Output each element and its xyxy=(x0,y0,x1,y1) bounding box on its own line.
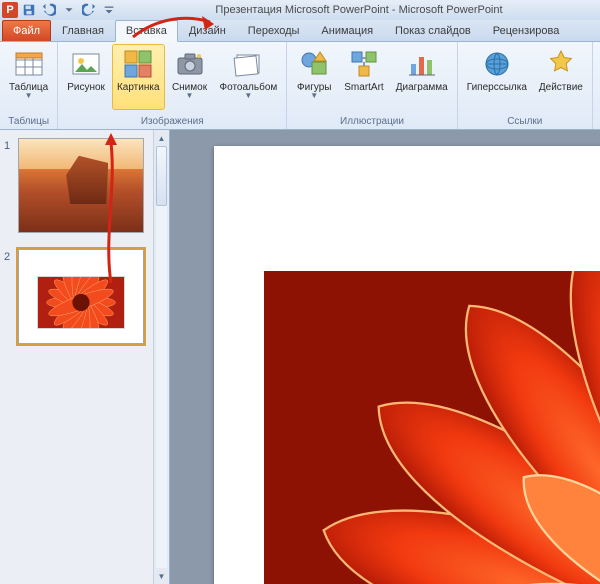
screenshot-icon xyxy=(174,48,206,80)
ribbon-group-links: Гиперссылка Действие Ссылки xyxy=(458,42,593,129)
group-label-links: Ссылки xyxy=(462,114,588,129)
clipart-icon xyxy=(122,48,154,80)
qat-customize-dropdown[interactable] xyxy=(100,1,118,19)
slide-image-flower[interactable] xyxy=(264,271,600,584)
shapes-button[interactable]: Фигуры ▼ xyxy=(291,44,337,110)
tab-home[interactable]: Главная xyxy=(51,19,115,41)
picture-icon xyxy=(70,48,102,80)
scrollbar-thumb[interactable] xyxy=(156,146,167,206)
action-button[interactable]: Действие xyxy=(534,44,588,110)
picture-button-label: Рисунок xyxy=(67,82,105,93)
photoalbum-button[interactable]: Фотоальбом ▼ xyxy=(215,44,283,110)
thumbnail-index: 2 xyxy=(4,249,18,344)
ribbon-group-tables: Таблица ▼ Таблицы xyxy=(0,42,58,129)
chart-button[interactable]: Диаграмма xyxy=(391,44,453,110)
thumbnail-item: 1 xyxy=(0,130,169,241)
action-icon xyxy=(545,48,577,80)
save-button[interactable] xyxy=(20,1,38,19)
hyperlink-button[interactable]: Гиперссылка xyxy=(462,44,532,110)
action-button-label: Действие xyxy=(539,82,583,93)
ribbon-group-illustrations: Фигуры ▼ SmartArt Диаграмма Иллюстрации xyxy=(287,42,457,129)
dropdown-caret-icon: ▼ xyxy=(186,93,194,99)
hyperlink-button-label: Гиперссылка xyxy=(467,82,527,93)
dropdown-caret-icon: ▼ xyxy=(244,93,252,99)
scroll-down-arrow-icon[interactable]: ▼ xyxy=(154,568,169,584)
title-bar: P Презентация Microsoft PowerPoint - Mic… xyxy=(0,0,600,20)
smartart-button-label: SmartArt xyxy=(344,82,383,93)
thumbnail-image-flower xyxy=(37,276,125,329)
tab-slideshow[interactable]: Показ слайдов xyxy=(384,19,482,41)
dropdown-caret-icon: ▼ xyxy=(25,93,33,99)
group-label-tables: Таблицы xyxy=(4,114,53,129)
undo-button[interactable] xyxy=(40,1,58,19)
tab-review[interactable]: Рецензирова xyxy=(482,19,571,41)
chart-button-label: Диаграмма xyxy=(396,82,448,93)
table-button[interactable]: Таблица ▼ xyxy=(4,44,53,110)
window-title: Презентация Microsoft PowerPoint - Micro… xyxy=(118,4,600,16)
slide-thumbnail-2[interactable] xyxy=(18,249,144,344)
thumbnail-index: 1 xyxy=(4,138,18,233)
smartart-icon xyxy=(348,48,380,80)
photoalbum-icon xyxy=(232,48,264,80)
tab-insert[interactable]: Вставка xyxy=(115,20,178,42)
scroll-up-arrow-icon[interactable]: ▲ xyxy=(154,130,169,146)
undo-dropdown[interactable] xyxy=(60,1,78,19)
chart-icon xyxy=(406,48,438,80)
hyperlink-icon xyxy=(481,48,513,80)
slide-canvas[interactable] xyxy=(214,146,600,584)
slide-editor-area[interactable] xyxy=(170,130,600,584)
ribbon-group-text: Над xyxy=(593,42,600,129)
redo-button[interactable] xyxy=(80,1,98,19)
clipart-button[interactable]: Картинка xyxy=(112,44,165,110)
tab-file[interactable]: Файл xyxy=(2,20,51,41)
slide-thumbnail-1[interactable] xyxy=(18,138,144,233)
tab-transitions[interactable]: Переходы xyxy=(237,19,311,41)
shapes-icon xyxy=(298,48,330,80)
ribbon-group-images: Рисунок Картинка Снимок ▼ Фотоальбом xyxy=(58,42,287,129)
ribbon: Таблица ▼ Таблицы Рисунок Картинка xyxy=(0,42,600,130)
tab-animations[interactable]: Анимация xyxy=(310,19,384,41)
smartart-button[interactable]: SmartArt xyxy=(339,44,388,110)
workspace: 1 2 xyxy=(0,130,600,584)
powerpoint-app-icon: P xyxy=(2,2,18,18)
group-label-images: Изображения xyxy=(62,114,282,129)
ribbon-tabs: Файл Главная Вставка Дизайн Переходы Ани… xyxy=(0,20,600,42)
table-icon xyxy=(13,48,45,80)
thumbnail-item: 2 xyxy=(0,241,169,352)
thumbnail-image-landscape xyxy=(19,139,143,232)
clipart-button-label: Картинка xyxy=(117,82,160,93)
quick-access-toolbar: P xyxy=(0,0,118,20)
scrollbar-track[interactable] xyxy=(156,146,167,568)
group-label-illustrations: Иллюстрации xyxy=(291,114,452,129)
screenshot-button[interactable]: Снимок ▼ xyxy=(167,44,213,110)
dropdown-caret-icon: ▼ xyxy=(310,93,318,99)
tab-design[interactable]: Дизайн xyxy=(178,19,237,41)
picture-button[interactable]: Рисунок xyxy=(62,44,110,110)
thumbnails-scrollbar[interactable]: ▲ ▼ xyxy=(153,130,169,584)
slide-thumbnails-pane: 1 2 xyxy=(0,130,170,584)
